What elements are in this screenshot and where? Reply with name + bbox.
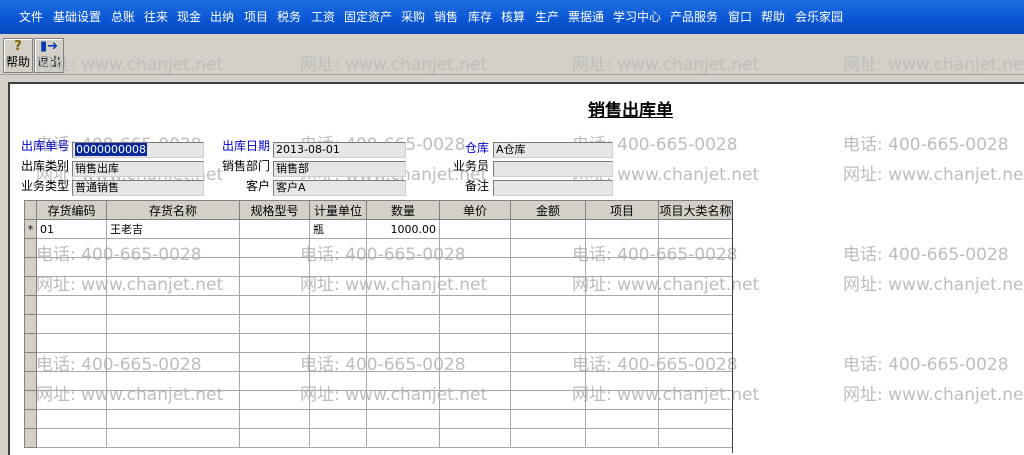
menu-member-home[interactable]: 会乐家园 — [795, 9, 843, 25]
cell-item-name[interactable]: 王老吉 — [106, 219, 240, 239]
note-field[interactable] — [493, 180, 613, 196]
sales-dept-label: 销售部门 — [222, 159, 271, 173]
menu-window[interactable]: 窗口 — [728, 9, 752, 25]
menu-inventory[interactable]: 库存 — [468, 9, 492, 25]
menu-sales[interactable]: 销售 — [434, 9, 458, 25]
table-row[interactable] — [24, 257, 733, 277]
outbound-no-field[interactable]: 0000000008 — [72, 142, 204, 158]
cell-project-category[interactable] — [658, 219, 733, 239]
customer-label: 客户 — [246, 179, 271, 193]
help-label: 帮助 — [5, 55, 30, 69]
table-row[interactable] — [24, 390, 733, 410]
cell-item-code[interactable]: 01 — [36, 219, 107, 239]
cell-unit[interactable]: 瓶 — [309, 219, 367, 239]
cell-spec[interactable] — [239, 219, 310, 239]
menu-cash[interactable]: 现金 — [177, 9, 201, 25]
table-row[interactable] — [24, 371, 733, 391]
salesman-field[interactable] — [493, 161, 613, 177]
col-header-spec[interactable]: 规格型号 — [239, 200, 310, 220]
outbound-date-field[interactable]: 2013-08-01 — [273, 142, 406, 158]
table-row[interactable]: * 01 王老吉 瓶 1000.00 — [24, 219, 733, 239]
col-header-project-category[interactable]: 项目大类名称 — [658, 200, 733, 220]
table-row[interactable] — [24, 276, 733, 296]
customer-field[interactable]: 客户A — [273, 180, 406, 196]
menu-help[interactable]: 帮助 — [761, 9, 785, 25]
menu-bill-service[interactable]: 票据通 — [568, 9, 604, 25]
col-header-item-code[interactable]: 存货编码 — [36, 200, 107, 220]
form-title: 销售出库单 — [588, 101, 673, 121]
warehouse-field[interactable]: A仓库 — [493, 142, 613, 158]
menu-receivable[interactable]: 往来 — [144, 9, 168, 25]
menu-fixed-assets[interactable]: 固定资产 — [344, 9, 392, 25]
menu-bar: 文件 基础设置 总账 往来 现金 出纳 项目 税务 工资 固定资产 采购 销售 … — [0, 0, 1024, 34]
menu-basic-settings[interactable]: 基础设置 — [53, 9, 101, 25]
exit-door-icon: ▮➜ — [39, 39, 59, 54]
col-header-unit-price[interactable]: 单价 — [439, 200, 511, 220]
table-row[interactable] — [24, 333, 733, 353]
toolbar: ? 帮助 ▮➜ 退出 — [0, 34, 1024, 75]
table-row[interactable] — [24, 428, 733, 448]
menu-learning-center[interactable]: 学习中心 — [613, 9, 661, 25]
exit-button[interactable]: ▮➜ 退出 — [34, 38, 64, 73]
grid-header-row: 存货编码 存货名称 规格型号 计量单位 数量 单价 金额 项目 项目大类名称 — [24, 200, 733, 220]
table-row[interactable] — [24, 238, 733, 258]
menu-tax[interactable]: 税务 — [277, 9, 301, 25]
grid-corner — [24, 200, 37, 220]
outbound-date-label: 出库日期 — [222, 139, 271, 153]
sales-dept-field[interactable]: 销售部 — [273, 161, 406, 177]
table-row[interactable] — [24, 352, 733, 372]
cell-project[interactable] — [585, 219, 659, 239]
business-type-label: 业务类型 — [21, 179, 70, 193]
menu-production[interactable]: 生产 — [535, 9, 559, 25]
cell-quantity[interactable]: 1000.00 — [366, 219, 440, 239]
help-button[interactable]: ? 帮助 — [3, 38, 33, 73]
menu-project[interactable]: 项目 — [244, 9, 268, 25]
cell-unit-price[interactable] — [439, 219, 511, 239]
menu-payroll[interactable]: 工资 — [311, 9, 335, 25]
menu-product-service[interactable]: 产品服务 — [670, 9, 718, 25]
table-row[interactable] — [24, 409, 733, 429]
question-icon: ? — [14, 39, 22, 54]
warehouse-label: 仓库 — [465, 141, 490, 155]
cell-amount[interactable] — [510, 219, 586, 239]
table-row[interactable] — [24, 295, 733, 315]
grid-right-border — [732, 200, 733, 453]
menu-purchase[interactable]: 采购 — [401, 9, 425, 25]
col-header-item-name[interactable]: 存货名称 — [106, 200, 240, 220]
col-header-project[interactable]: 项目 — [585, 200, 659, 220]
menu-file[interactable]: 文件 — [19, 9, 43, 25]
menu-cashier[interactable]: 出纳 — [210, 9, 234, 25]
business-type-field[interactable]: 普通销售 — [72, 180, 204, 196]
detail-grid: 存货编码 存货名称 规格型号 计量单位 数量 单价 金额 项目 项目大类名称 *… — [24, 200, 733, 448]
col-header-amount[interactable]: 金额 — [510, 200, 586, 220]
outbound-no-label: 出库单号 — [21, 139, 70, 153]
salesman-label: 业务员 — [453, 159, 490, 173]
exit-label: 退出 — [36, 55, 61, 69]
menu-general-ledger[interactable]: 总账 — [111, 9, 135, 25]
col-header-unit[interactable]: 计量单位 — [309, 200, 367, 220]
menu-accounting[interactable]: 核算 — [501, 9, 525, 25]
outbound-type-field[interactable]: 销售出库 — [72, 161, 204, 177]
outbound-type-label: 出库类别 — [21, 159, 70, 173]
col-header-quantity[interactable]: 数量 — [366, 200, 440, 220]
note-label: 备注 — [465, 179, 490, 193]
table-row[interactable] — [24, 314, 733, 334]
row-marker: * — [24, 219, 37, 239]
